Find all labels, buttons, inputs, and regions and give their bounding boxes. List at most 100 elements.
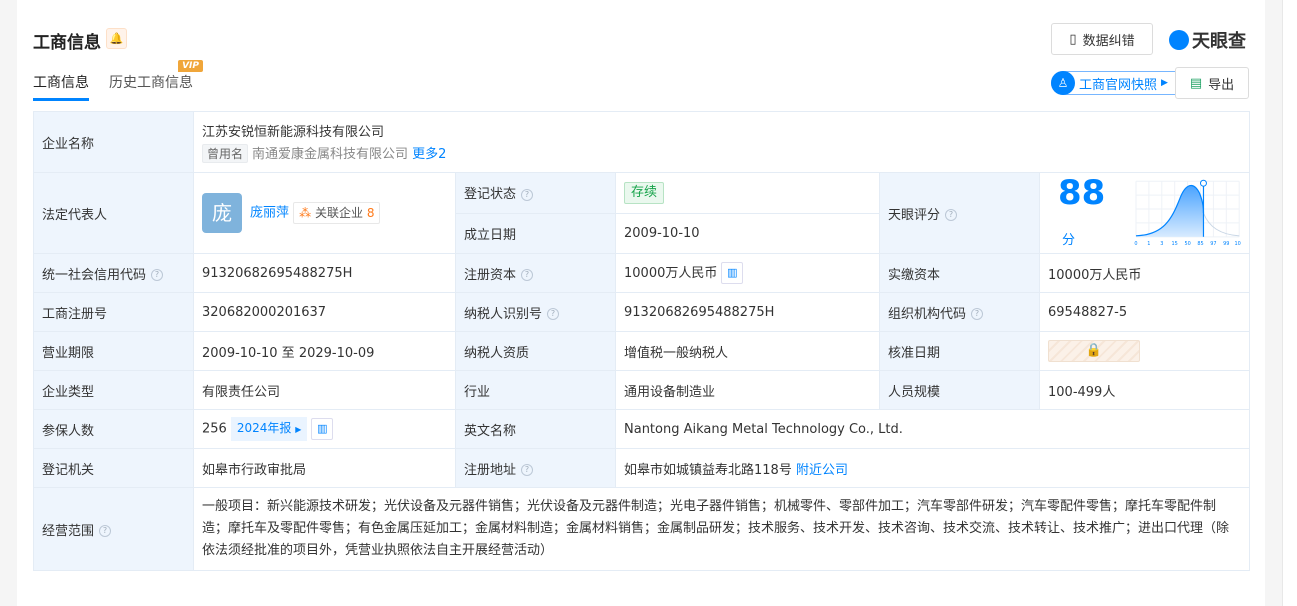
tick-label: 97: [1210, 241, 1216, 247]
tick-label: 50: [1184, 241, 1190, 247]
caret-right-icon: ▶: [295, 425, 302, 434]
former-name-tag: 曾用名: [202, 144, 249, 163]
tab-history-info[interactable]: 历史工商信息 VIP: [109, 60, 203, 101]
label: 企业类型: [33, 370, 194, 410]
found-date: 2009-10-10: [615, 212, 880, 254]
label-text: 注册资本: [464, 267, 517, 283]
company-name-cell: 江苏安锐恒新能源科技有限公司 曾用名 南通爱康金属科技有限公司 更多2: [192, 111, 1251, 173]
label: 注册地址?: [455, 448, 616, 488]
nearby-companies-link[interactable]: 附近公司: [796, 463, 848, 478]
label: 经营范围?: [33, 487, 194, 571]
export-button[interactable]: ▤ 导出: [1175, 67, 1249, 99]
tick-label: 3: [1160, 241, 1163, 247]
annual-report-link[interactable]: 2024年报 ▶: [230, 417, 308, 441]
vip-badge: VIP: [178, 60, 203, 72]
section-title: 工商信息: [33, 33, 101, 53]
help-icon[interactable]: ?: [521, 464, 534, 476]
related-companies-button[interactable]: ⁂ 关联企业 8: [293, 201, 381, 224]
business-info-card: 工商信息 🔔 工商信息 历史工商信息 VIP ▯ 数据纠错 天眼查 ♙ 工商官网快照 ▶…: [17, 0, 1265, 606]
stamp-icon: ♙: [1051, 71, 1075, 95]
help-icon[interactable]: ?: [99, 525, 112, 537]
help-icon[interactable]: ?: [521, 188, 534, 201]
tick-label: 15: [1171, 241, 1177, 247]
label: 登记状态?: [455, 172, 616, 214]
label: 纳税人资质: [455, 331, 616, 371]
tick-label: 99: [1223, 241, 1229, 247]
paid-capital: 10000万人民币: [1038, 253, 1251, 293]
tax-id: 91320682695488275H: [615, 292, 880, 332]
staff-size: 100-499人: [1038, 370, 1251, 410]
label: 登记机关: [33, 448, 194, 488]
industry: 通用设备制造业: [615, 370, 880, 410]
avatar[interactable]: 庞: [202, 193, 242, 233]
label: 营业期限: [33, 331, 194, 371]
label-text: 登记状态: [464, 187, 517, 203]
label-text: 注册地址: [464, 462, 517, 478]
document-icon: ▯: [1069, 31, 1077, 47]
credit-code: 91320682695488275H: [193, 253, 456, 293]
label: 参保人数: [33, 409, 194, 449]
label: 成立日期: [455, 212, 616, 254]
insured-cell: 256 2024年报 ▶ ▥: [193, 409, 456, 449]
label-text: 统一社会信用代码: [42, 267, 147, 283]
label: 行业: [455, 370, 616, 410]
official-snapshot-button[interactable]: ♙ 工商官网快照 ▶: [1051, 71, 1180, 95]
data-correction-button[interactable]: ▯ 数据纠错: [1051, 23, 1153, 55]
caret-right-icon: ▶: [1161, 78, 1168, 88]
org-code: 69548827-5: [1038, 292, 1251, 332]
tick-label: 0: [1134, 241, 1137, 247]
reg-number: 320682000201637: [193, 292, 456, 332]
excel-icon: ▤: [1189, 75, 1203, 91]
business-scope: 一般项目：新兴能源技术研发；光伏设备及元器件销售；光伏设备及元器件制造；光电子器…: [192, 487, 1251, 571]
business-term: 2009-10-10 至 2029-10-09: [193, 331, 456, 371]
label: 法定代表人: [33, 172, 194, 254]
tick-label: 1: [1147, 241, 1150, 247]
label-text: 天眼评分: [888, 207, 941, 223]
marker-dot: [1199, 179, 1207, 187]
chart-icon[interactable]: ▥: [721, 262, 744, 285]
tick-label: 100: [1234, 241, 1241, 247]
help-icon[interactable]: ?: [547, 308, 560, 320]
tab-business-info[interactable]: 工商信息: [33, 72, 89, 101]
tianyancha-logo: 天眼查: [1169, 27, 1246, 53]
label: 核准日期: [879, 331, 1040, 371]
approve-date-cell: 🔒: [1038, 331, 1251, 371]
capital-cell: 10000万人民币 ▥: [615, 253, 880, 293]
label: 注册资本?: [455, 253, 616, 293]
capital-value: 10000万人民币: [624, 265, 718, 281]
bell-icon[interactable]: 🔔: [106, 28, 127, 49]
label-text: 组织机构代码: [888, 306, 967, 322]
help-icon[interactable]: ?: [945, 209, 958, 221]
insured-count: 256: [202, 421, 227, 437]
score-value: 88 分: [1058, 173, 1122, 253]
info-table: 企业名称 江苏安锐恒新能源科技有限公司 曾用名 南通爱康金属科技有限公司 更多2 …: [33, 111, 1251, 571]
help-icon[interactable]: ?: [971, 308, 984, 320]
score-unit: 分: [1062, 233, 1076, 248]
label: 纳税人识别号?: [455, 292, 616, 332]
score-area: [1135, 185, 1204, 237]
more-names-link[interactable]: 更多2: [412, 147, 446, 162]
network-icon: ⁂: [299, 205, 312, 220]
label-text: 纳税人识别号: [464, 306, 543, 322]
former-name: 南通爱康金属科技有限公司: [252, 147, 409, 162]
registration-authority: 如皋市行政审批局: [193, 448, 456, 488]
score-number: 88: [1058, 173, 1106, 213]
lock-icon[interactable]: 🔒: [1048, 340, 1140, 362]
button-label: 数据纠错: [1082, 33, 1135, 49]
label: 企业名称: [33, 111, 194, 173]
status-cell: 存续: [615, 172, 880, 214]
score-cell: 88 分 0 1 3 15 50 85 97 99 100: [1038, 172, 1251, 254]
button-label: 导出: [1208, 77, 1235, 93]
related-label: 关联企业: [314, 205, 363, 220]
legal-rep-link[interactable]: 庞丽萍: [250, 206, 289, 221]
legal-rep-cell: 庞庞丽萍 ⁂ 关联企业 8: [193, 172, 456, 254]
taxpayer-qualification: 增值税一般纳税人: [615, 331, 880, 371]
logo-icon: [1169, 30, 1189, 50]
english-name: Nantong Aikang Metal Technology Co., Ltd…: [614, 409, 1251, 449]
brand-text: 天眼查: [1192, 31, 1246, 52]
help-icon[interactable]: ?: [151, 269, 164, 281]
chart-icon[interactable]: ▥: [311, 418, 334, 440]
label: 组织机构代码?: [879, 292, 1040, 332]
label: 统一社会信用代码?: [33, 253, 194, 293]
help-icon[interactable]: ?: [521, 269, 534, 281]
